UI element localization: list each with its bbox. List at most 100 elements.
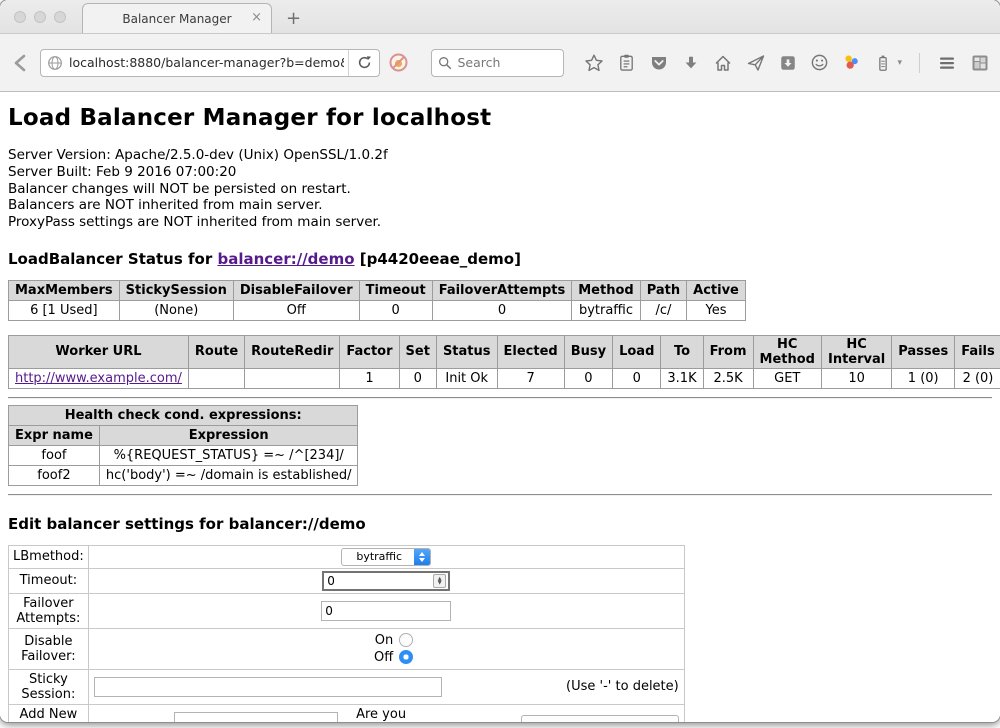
header-cell: StickySession (119, 280, 233, 300)
form-row-sticky-session: Sticky Session: (Use '-' to delete) (9, 669, 685, 704)
header-cell: Timeout (359, 280, 432, 300)
header-cell: Set (399, 335, 436, 368)
header-cell: HC Method (753, 335, 821, 368)
cell-hc-interval: 10 (821, 368, 891, 388)
overflow-chevron-icon[interactable]: ▾ (897, 58, 902, 68)
cell-routeredir (245, 368, 340, 388)
confirm-checkbox[interactable] (521, 715, 679, 722)
cell-expression: hc('body') =~ /domain is established/ (99, 465, 358, 485)
feedback-smiley-icon[interactable] (810, 53, 829, 72)
inherit-note-line: Balancers are NOT inherited from main se… (8, 197, 992, 214)
cell-stickysession: (None) (119, 300, 233, 320)
cell-elected: 7 (497, 368, 564, 388)
number-stepper-icon[interactable]: ▲▼ (433, 574, 446, 588)
cell-active: Yes (687, 300, 746, 320)
search-input[interactable] (457, 55, 557, 70)
back-icon[interactable] (10, 52, 32, 74)
header-cell: To (661, 335, 703, 368)
persist-note-line: Balancer changes will NOT be persisted o… (8, 181, 992, 198)
battery-icon[interactable] (874, 54, 892, 72)
toolbar-buttons: ▾ (584, 53, 990, 73)
cell-passes: 1 (0) (892, 368, 955, 388)
failover-attempts-label: Failover Attempts: (9, 593, 89, 628)
tab-bar: Balancer Manager × + (0, 0, 1000, 33)
add-worker-input[interactable] (174, 712, 338, 722)
colored-dots-addon-icon[interactable] (842, 53, 861, 72)
header-cell: Busy (564, 335, 612, 368)
radio-on-label: On (375, 633, 393, 648)
cell-failoverattempts: 0 (432, 300, 572, 320)
sticky-session-input[interactable] (94, 677, 442, 697)
header-cell: MaxMembers (9, 280, 120, 300)
header-cell: Path (640, 280, 686, 300)
new-tab-button[interactable]: + (286, 8, 301, 29)
header-cell: DisableFailover (233, 280, 359, 300)
tab-close-icon[interactable]: × (251, 11, 262, 25)
reading-list-icon[interactable] (617, 53, 636, 72)
disable-failover-label: Disable Failover: (9, 628, 89, 669)
download-icon[interactable] (682, 54, 700, 72)
sticky-session-hint: (Use '-' to delete) (566, 679, 679, 694)
cell-from: 2.5K (703, 368, 753, 388)
section-divider (8, 397, 992, 399)
cell-expr-name: foof2 (9, 465, 100, 485)
table-row: foof2 hc('body') =~ /domain is establish… (9, 465, 358, 485)
menu-icon[interactable] (937, 53, 957, 73)
bookmark-star-icon[interactable] (584, 53, 604, 73)
table-header-row: Expr name Expression (9, 425, 358, 445)
worker-url-link[interactable]: http://www.example.com/ (15, 371, 182, 386)
block-icon[interactable] (388, 52, 409, 73)
cell-disablefailover: Off (233, 300, 359, 320)
loadbalancer-status-heading: LoadBalancer Status for balancer://demo … (8, 250, 992, 268)
cell-factor: 1 (340, 368, 399, 388)
search-icon (438, 56, 452, 70)
url-text[interactable]: localhost:8880/balancer-manager?b=demo&n… (69, 55, 344, 70)
balancer-demo-link[interactable]: balancer://demo (217, 250, 354, 268)
zoom-window-button[interactable] (54, 11, 66, 23)
tab-balancer-manager[interactable]: Balancer Manager × (82, 3, 272, 33)
toolbar-separator (919, 53, 920, 73)
cell-path: /c/ (640, 300, 686, 320)
header-cell: From (703, 335, 753, 368)
video-download-icon[interactable] (779, 54, 797, 72)
table-header-row: MaxMembers StickySession DisableFailover… (9, 280, 746, 300)
lbmethod-select[interactable]: bytraffic (341, 548, 431, 566)
header-cell: Expr name (9, 425, 100, 445)
grid-addon-icon[interactable] (970, 53, 990, 73)
table-title-row: Health check cond. expressions: (9, 405, 358, 425)
header-cell: Fails (955, 335, 1000, 368)
browser-window: Balancer Manager × + localhost:8880/bala… (0, 0, 1000, 722)
minimize-window-button[interactable] (34, 11, 46, 23)
header-cell: Route (188, 335, 244, 368)
worker-row: http://www.example.com/ 1 0 Init Ok 7 0 … (9, 368, 1000, 388)
send-icon[interactable] (746, 53, 766, 73)
sticky-session-label: Sticky Session: (9, 669, 89, 704)
form-row-add-worker: Add New Worker: Are you sure? (9, 704, 685, 722)
disable-failover-on-radio[interactable] (399, 633, 413, 647)
disable-failover-off-radio[interactable] (399, 650, 413, 664)
failover-attempts-input[interactable] (321, 601, 451, 621)
search-bar[interactable] (431, 49, 564, 77)
close-window-button[interactable] (14, 11, 26, 23)
health-check-table: Health check cond. expressions: Expr nam… (8, 405, 358, 486)
cell-worker-url: http://www.example.com/ (9, 368, 189, 388)
cell-expression: %{REQUEST_STATUS} =~ /^[234]/ (99, 445, 358, 465)
reload-icon[interactable] (349, 50, 379, 76)
proxypass-note-line: ProxyPass settings are NOT inherited fro… (8, 214, 992, 231)
worker-table: Worker URL Route RouteRedir Factor Set S… (8, 335, 1000, 389)
url-bar[interactable]: localhost:8880/balancer-manager?b=demo&n… (40, 49, 380, 77)
header-cell: Elected (497, 335, 564, 368)
timeout-input[interactable] (322, 571, 450, 591)
lbmethod-label: LBmethod: (9, 545, 89, 568)
home-icon[interactable] (713, 53, 733, 73)
server-info: Server Version: Apache/2.5.0-dev (Unix) … (8, 147, 992, 231)
header-cell: Active (687, 280, 746, 300)
table-header-row: Worker URL Route RouteRedir Factor Set S… (9, 335, 1000, 368)
cell-fails: 2 (0) (955, 368, 1000, 388)
server-version-line: Server Version: Apache/2.5.0-dev (Unix) … (8, 147, 992, 164)
cell-load: 0 (613, 368, 661, 388)
edit-settings-form: LBmethod: bytraffic Timeout: ▲▼ (8, 545, 685, 722)
header-cell: Status (436, 335, 497, 368)
table-row: foof %{REQUEST_STATUS} =~ /^[234]/ (9, 445, 358, 465)
pocket-icon[interactable] (649, 53, 669, 73)
